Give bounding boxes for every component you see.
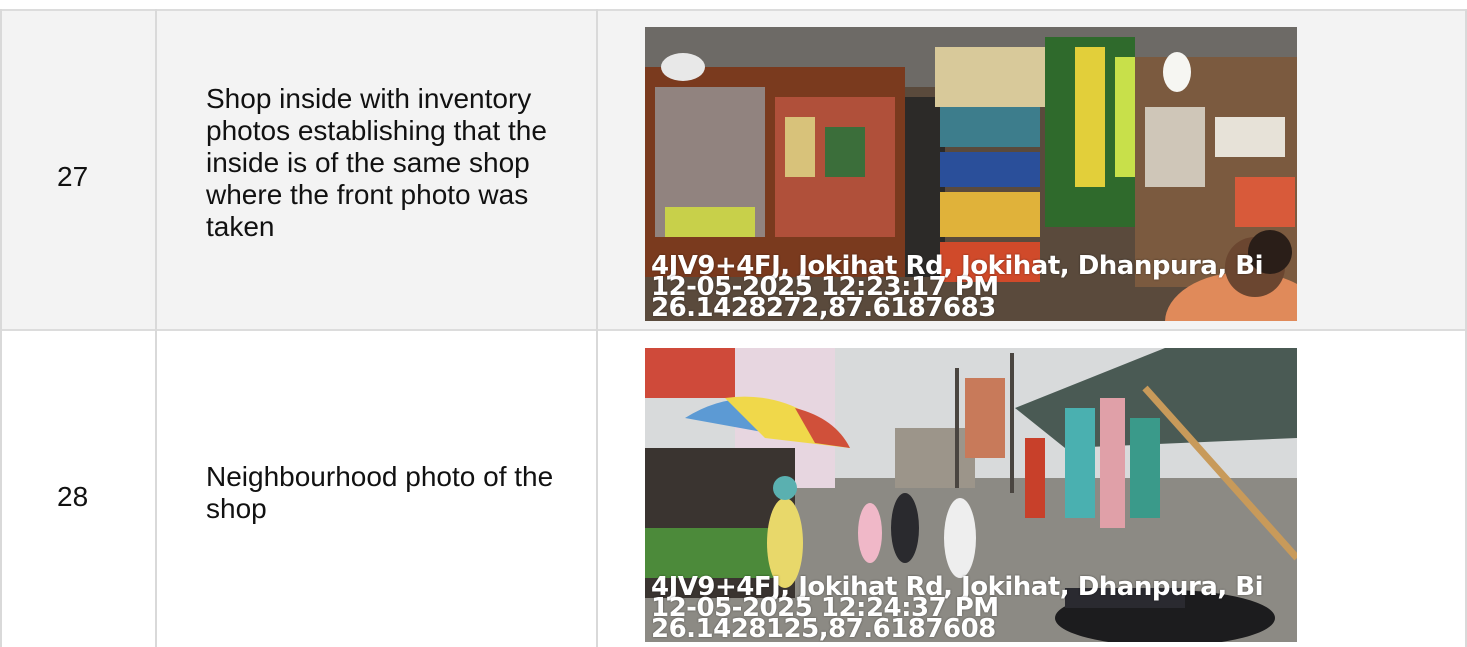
neighbourhood-photo: 4JV9+4FJ, Jokihat Rd, Jokihat, Dhanpura,… (645, 348, 1297, 642)
table: 27 Shop inside with inventory photos est… (0, 0, 1467, 647)
column-divider (596, 9, 598, 647)
stamp-coords: 26.1428272,87.6187683 (651, 293, 996, 321)
table-row-28: 28 Neighbourhood photo of the shop 4JV9+… (0, 331, 1467, 647)
row-number: 27 (57, 161, 89, 192)
table-border-left (0, 9, 2, 647)
shop-interior-photo: 4JV9+4FJ, Jokihat Rd, Jokihat, Dhanpura,… (645, 27, 1297, 321)
row-description: Neighbourhood photo of the shop (206, 461, 554, 524)
row-description: Shop inside with inventory photos establ… (206, 83, 547, 242)
table-row-27: 27 Shop inside with inventory photos est… (0, 9, 1467, 331)
column-divider (155, 9, 157, 647)
stamp-coords: 26.1428125,87.6187608 (651, 614, 996, 642)
row-number: 28 (57, 481, 89, 512)
photo-stamp: 4JV9+4FJ, Jokihat Rd, Jokihat, Dhanpura,… (651, 574, 1264, 642)
photo-stamp: 4JV9+4FJ, Jokihat Rd, Jokihat, Dhanpura,… (651, 253, 1264, 321)
